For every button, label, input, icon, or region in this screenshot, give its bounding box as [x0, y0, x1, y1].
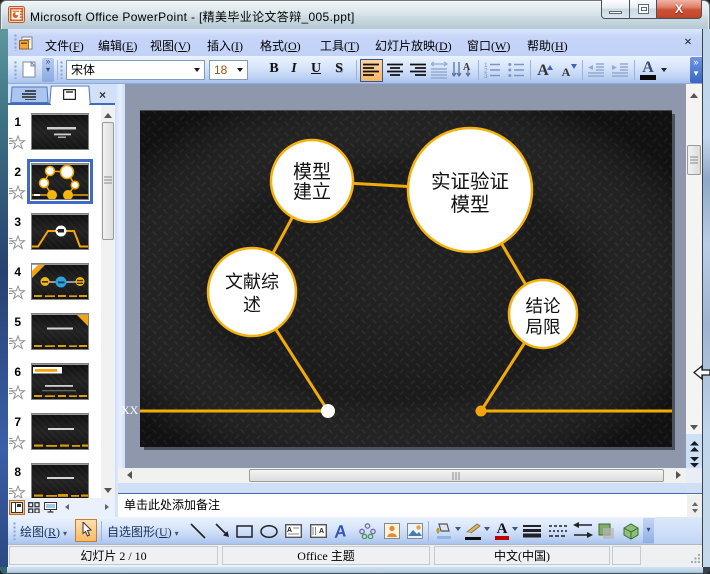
svg-text:3: 3 — [484, 73, 488, 78]
svg-text:A: A — [463, 62, 471, 73]
svg-text:A: A — [332, 522, 348, 540]
svg-text:A: A — [319, 528, 324, 535]
svg-text:述: 述 — [243, 295, 261, 315]
svg-text:文献综: 文献综 — [225, 272, 279, 292]
svg-text:建立: 建立 — [293, 181, 331, 203]
svg-text:模型: 模型 — [450, 194, 489, 216]
svg-text:实证验证: 实证验证 — [431, 171, 509, 193]
svg-text:结论: 结论 — [526, 296, 561, 316]
svg-text:局限: 局限 — [526, 317, 561, 337]
svg-text:A: A — [287, 527, 292, 534]
svg-text:模型: 模型 — [293, 161, 331, 183]
